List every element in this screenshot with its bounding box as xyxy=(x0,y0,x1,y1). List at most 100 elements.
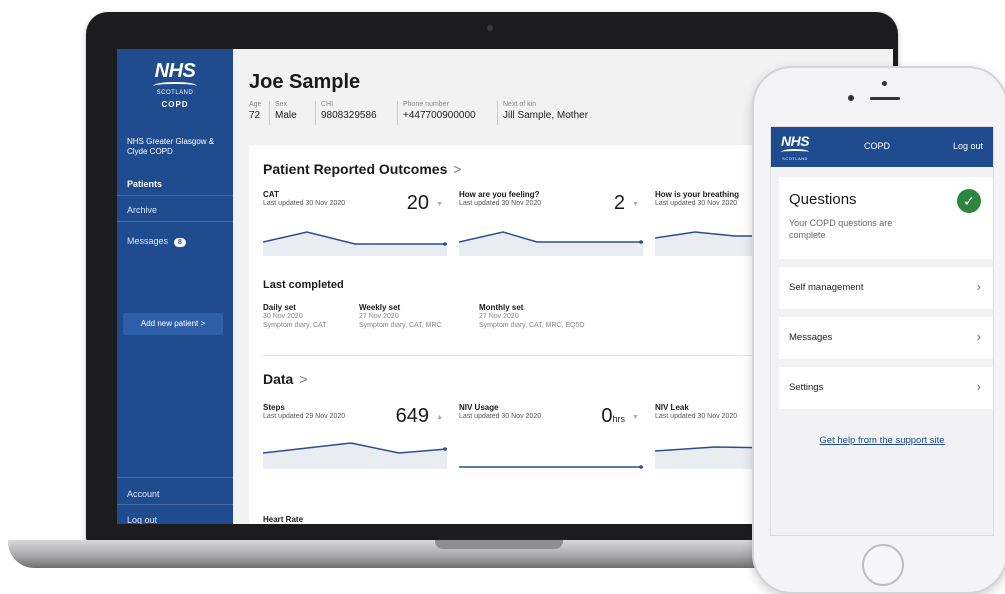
metric-niv-usage[interactable]: NIV Usage Last updated 30 Nov 2020 0hrs … xyxy=(459,403,643,469)
metric-cat[interactable]: CAT Last updated 30 Nov 2020 20 ▼ xyxy=(263,190,447,256)
patient-phone: Phone number +447700900000 xyxy=(403,101,476,121)
set-date: 27 Nov 2020 xyxy=(359,313,399,320)
meta-divider xyxy=(397,101,398,125)
nhs-logo-text: NHS xyxy=(154,60,196,82)
sidebar-divider xyxy=(117,504,233,505)
metric-unit: hrs xyxy=(612,414,625,424)
last-completed-title: Last completed xyxy=(263,279,344,291)
chevron-right-icon: > xyxy=(453,161,462,177)
meta-value: 9808329586 xyxy=(321,110,377,121)
chevron-right-icon: › xyxy=(976,279,981,294)
meta-divider xyxy=(497,101,498,125)
feeling-sparkline xyxy=(459,231,643,256)
set-title: Daily set xyxy=(263,303,296,312)
meta-divider xyxy=(315,101,316,125)
metric-feeling[interactable]: How are you feeling? Last updated 30 Nov… xyxy=(459,190,643,256)
questions-title: Questions xyxy=(789,191,857,208)
meta-label: Phone number xyxy=(403,101,449,108)
sidebar-item-account[interactable]: Account xyxy=(117,489,233,499)
set-items: Symptom diary, CAT, MRC xyxy=(359,322,442,329)
pro-section-title[interactable]: Patient Reported Outcomes > xyxy=(263,161,462,177)
nhs-logo: NHS SCOTLAND COPD xyxy=(143,61,207,109)
phone-header: NHS SCOTLAND COPD Log out xyxy=(771,127,993,167)
patient-chi: CHI 9808329586 xyxy=(321,101,377,121)
sidebar-item-logout[interactable]: Log out xyxy=(117,515,233,524)
meta-value: +447700900000 xyxy=(403,110,476,121)
meta-label: Next of kin xyxy=(503,101,537,108)
set-items: Symptom diary, CAT xyxy=(263,322,327,329)
nhs-logo-scotland: SCOTLAND xyxy=(156,90,194,96)
daily-set: Daily set 30 Nov 2020 Symptom diary, CAT xyxy=(263,303,327,330)
trend-down-icon: ▼ xyxy=(632,201,639,208)
chevron-right-icon: › xyxy=(976,329,981,344)
questions-card[interactable]: Questions Your COPD questions are comple… xyxy=(779,177,993,259)
set-items: Symptom diary, CAT, MRC, EQ5D xyxy=(479,322,585,329)
messages-row[interactable]: Messages › xyxy=(779,317,993,359)
heart-rate-title: Heart Rate xyxy=(263,515,304,524)
meta-value: Jill Sample, Mother xyxy=(503,110,589,121)
sidebar-item-messages[interactable]: Messages 8 xyxy=(117,236,233,247)
self-management-row[interactable]: Self management › xyxy=(779,267,993,309)
niv-usage-sparkline xyxy=(459,465,643,469)
section-title-text: Data xyxy=(263,371,294,387)
org-name: NHS Greater Glasgow & Clyde COPD xyxy=(127,137,215,156)
trend-up-icon: ▲ xyxy=(436,414,443,421)
phone-sensor xyxy=(848,95,854,101)
nhs-logo-text: NHS xyxy=(781,133,810,149)
set-title: Monthly set xyxy=(479,303,524,312)
nhs-wave-icon xyxy=(153,82,197,90)
meta-label: Age xyxy=(249,101,262,108)
sidebar-divider xyxy=(117,477,233,478)
phone-screen: NHS SCOTLAND COPD Log out Questions Your… xyxy=(770,126,994,536)
trend-down-icon: ▼ xyxy=(632,414,639,421)
home-button[interactable] xyxy=(862,544,904,586)
set-date: 27 Nov 2020 xyxy=(479,313,519,320)
nhs-logo-scotland: SCOTLAND xyxy=(782,156,808,161)
phone-logout-link[interactable]: Log out xyxy=(953,141,983,151)
laptop-notch xyxy=(435,540,563,549)
meta-divider xyxy=(269,101,270,125)
patient-age: Age 72 xyxy=(249,101,261,121)
check-circle-icon: ✓ xyxy=(957,189,981,213)
nhs-logo: NHS SCOTLAND xyxy=(781,133,810,162)
settings-row[interactable]: Settings › xyxy=(779,367,993,409)
monthly-set: Monthly set 27 Nov 2020 Symptom diary, C… xyxy=(479,303,585,330)
laptop-camera xyxy=(487,25,493,31)
meta-value: Male xyxy=(275,110,297,121)
meta-value: 72 xyxy=(249,110,261,121)
add-new-patient-button[interactable]: Add new patient > xyxy=(123,313,223,335)
phone-speaker xyxy=(870,97,900,100)
metric-value: 649 xyxy=(395,405,429,427)
data-section-title[interactable]: Data > xyxy=(263,371,308,387)
metric-steps[interactable]: Steps Last updated 29 Nov 2020 649 ▲ xyxy=(263,403,447,469)
sidebar-divider xyxy=(117,195,233,196)
messages-count-badge: 8 xyxy=(174,238,186,247)
sidebar-item-archive[interactable]: Archive xyxy=(117,205,233,215)
app-name: COPD xyxy=(161,100,189,109)
phone-camera xyxy=(882,81,887,86)
row-label: Self management xyxy=(789,282,864,293)
cat-sparkline xyxy=(263,231,447,256)
sidebar-item-patients[interactable]: Patients xyxy=(117,179,233,189)
trend-down-icon: ▼ xyxy=(436,201,443,208)
meta-label: CHI xyxy=(321,101,334,108)
metric-value: 0hrs xyxy=(601,405,625,428)
patient-sex: Sex Male xyxy=(275,101,297,121)
patient-next-of-kin: Next of kin Jill Sample, Mother xyxy=(503,101,588,121)
set-title: Weekly set xyxy=(359,303,401,312)
sidebar-divider xyxy=(117,221,233,222)
sidebar: NHS SCOTLAND COPD NHS Greater Glasgow & … xyxy=(117,49,233,524)
row-label: Messages xyxy=(789,332,833,343)
support-site-link[interactable]: Get help from the support site xyxy=(771,435,993,446)
weekly-set: Weekly set 27 Nov 2020 Symptom diary, CA… xyxy=(359,303,442,330)
metric-number: 0 xyxy=(601,405,613,427)
chevron-right-icon: > xyxy=(299,371,308,387)
section-title-text: Patient Reported Outcomes xyxy=(263,161,448,177)
sidebar-item-label: Messages xyxy=(127,236,169,246)
questions-status: Your COPD questions are complete xyxy=(789,218,893,240)
phone: NHS SCOTLAND COPD Log out Questions Your… xyxy=(752,66,1005,594)
metric-value: 2 xyxy=(613,192,625,214)
row-label: Settings xyxy=(789,382,824,393)
metric-value: 20 xyxy=(406,192,429,214)
phone-header-title: COPD xyxy=(864,141,891,151)
